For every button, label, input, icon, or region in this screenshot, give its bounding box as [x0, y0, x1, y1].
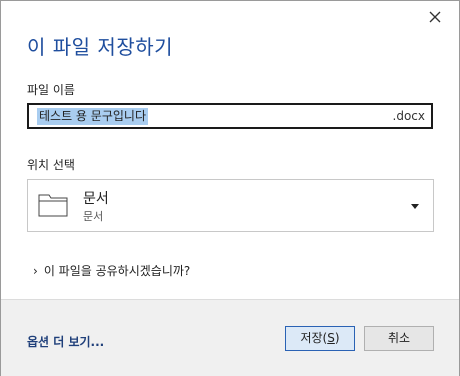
save-button[interactable]: 저장(S): [285, 326, 355, 351]
chevron-right-icon[interactable]: ›: [33, 264, 38, 278]
save-label-prefix: 저장(: [300, 331, 328, 345]
share-expander[interactable]: › 이 파일을 공유하시겠습니까?: [33, 262, 190, 279]
location-dropdown[interactable]: 문서 문서: [27, 179, 434, 232]
save-dialog: 이 파일 저장하기 파일 이름 테스트 용 문구입니다 .docx 위치 선택 …: [0, 0, 460, 376]
close-icon[interactable]: [425, 7, 445, 27]
chevron-down-icon[interactable]: [411, 204, 419, 209]
file-extension: .docx: [392, 109, 425, 123]
location-label: 위치 선택: [27, 158, 75, 172]
dialog-footer: 옵션 더 보기... 저장(S) 취소: [1, 299, 459, 376]
share-label[interactable]: 이 파일을 공유하시겠습니까?: [44, 262, 190, 279]
cancel-button[interactable]: 취소: [364, 326, 434, 351]
filename-label: 파일 이름: [27, 83, 75, 97]
folder-icon: [38, 194, 68, 217]
location-subtitle: 문서: [83, 210, 104, 223]
more-options-link[interactable]: 옵션 더 보기...: [27, 333, 104, 350]
save-label-suffix: ): [334, 331, 340, 345]
location-name: 문서: [83, 191, 109, 207]
dialog-title: 이 파일 저장하기: [27, 35, 174, 59]
filename-input-value[interactable]: 테스트 용 문구입니다: [37, 108, 148, 125]
close-button[interactable]: [425, 7, 445, 27]
filename-field[interactable]: 테스트 용 문구입니다 .docx: [27, 103, 433, 129]
save-mnemonic: S: [327, 331, 335, 345]
